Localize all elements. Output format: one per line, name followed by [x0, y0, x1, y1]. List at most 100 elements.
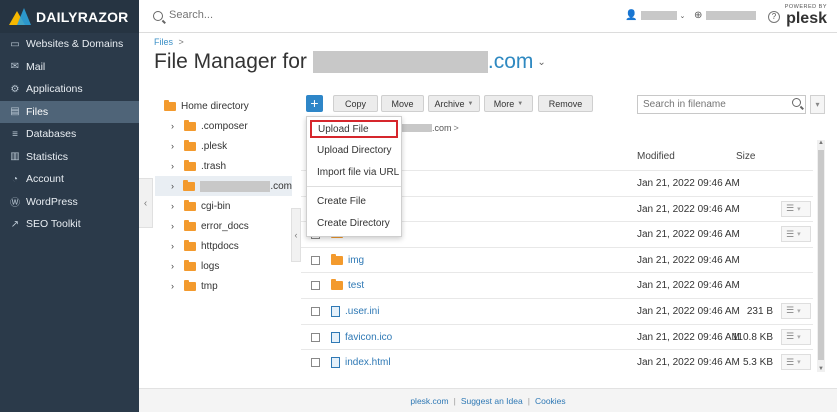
file-name[interactable]: img	[331, 253, 364, 266]
table-row[interactable]: img Jan 21, 2022 09:46 AM	[301, 246, 813, 273]
table-row[interactable]: .user.ini Jan 21, 2022 09:46 AM 231 B ☰ ▾	[301, 297, 813, 324]
menu-item-upload-directory[interactable]: Upload Directory	[307, 139, 401, 161]
chevron-right-icon[interactable]: ›	[171, 261, 179, 271]
help-icon[interactable]: ?	[768, 11, 780, 23]
remove-button[interactable]: Remove	[538, 95, 593, 112]
table-row[interactable]: index.html Jan 21, 2022 09:46 AM 5.3 KB …	[301, 349, 813, 375]
row-actions-menu[interactable]: ☰ ▾	[781, 302, 811, 319]
sidebar-item-seo-toolkit[interactable]: ↗ SEO Toolkit	[0, 213, 139, 236]
tree-item[interactable]: › logs	[155, 256, 292, 276]
sidebar-item-files[interactable]: ▤ Files	[0, 100, 139, 123]
scroll-down-icon[interactable]: ▼	[817, 366, 825, 372]
file-modified: Jan 21, 2022 09:46 AM	[637, 229, 740, 241]
tree-item[interactable]: › .trash	[155, 156, 292, 176]
sidebar-collapse-handle[interactable]: ‹	[139, 178, 153, 228]
tree-item-label: .composer	[201, 120, 248, 132]
row-checkbox[interactable]	[311, 255, 320, 265]
globe-icon: ⊕	[694, 10, 703, 21]
file-name[interactable]: index.html	[331, 357, 391, 369]
footer-link-plesk[interactable]: plesk.com	[410, 396, 448, 406]
row-checkbox[interactable]	[311, 358, 320, 368]
chevron-right-icon[interactable]: ›	[171, 281, 179, 291]
menu-item-create-file[interactable]: Create File	[307, 190, 401, 212]
more-button-label: More	[493, 98, 515, 109]
advanced-search-toggle[interactable]: ▾	[810, 95, 825, 114]
sidebar-item-mail[interactable]: ✉ Mail	[0, 56, 139, 79]
file-size: 5.3 KB	[742, 357, 773, 369]
file-name[interactable]: .user.ini	[331, 305, 379, 317]
current-path-tail[interactable]: .com	[432, 123, 452, 133]
breadcrumb-files-link[interactable]: Files	[154, 37, 173, 47]
tree-item[interactable]: › error_docs	[155, 216, 292, 236]
table-scrollbar[interactable]: ▲ ▼	[817, 140, 825, 372]
menu-item-import-via-url[interactable]: Import file via URL	[307, 161, 401, 183]
chevron-right-icon[interactable]: ›	[171, 181, 178, 191]
filename-search-input[interactable]	[637, 95, 806, 114]
folder-icon	[164, 99, 176, 111]
row-actions-menu[interactable]: ☰ ▾	[781, 328, 811, 345]
sidebar-item-wordpress[interactable]: Ⓦ WordPress	[0, 191, 139, 214]
move-button[interactable]: Move	[381, 95, 424, 112]
column-header-modified[interactable]: Modified	[637, 151, 675, 162]
global-search-input[interactable]	[169, 9, 369, 21]
tree-item[interactable]: › tmp	[155, 276, 292, 296]
sidebar-item-label: Files	[26, 105, 49, 118]
tree-item-domain[interactable]: › .com	[155, 176, 292, 196]
search-icon[interactable]	[792, 98, 801, 107]
chevron-right-icon[interactable]: ›	[171, 161, 179, 171]
copy-button-label: Copy	[344, 98, 366, 109]
brand-logo[interactable]: DAILYRAZOR	[0, 0, 139, 33]
tree-item[interactable]: › cgi-bin	[155, 196, 292, 216]
sidebar-item-account[interactable]: ◔ Account	[0, 168, 139, 191]
tree-item[interactable]: › httpdocs	[155, 236, 292, 256]
sidebar-item-statistics[interactable]: ▥ Statistics	[0, 146, 139, 169]
tree-item[interactable]: › .plesk	[155, 136, 292, 156]
tree-collapse-handle[interactable]: ‹	[291, 208, 301, 262]
scrollbar-thumb[interactable]	[818, 150, 824, 360]
chevron-right-icon[interactable]: ›	[171, 241, 179, 251]
sidebar-item-websites-domains[interactable]: ▭ Websites & Domains	[0, 33, 139, 56]
more-button[interactable]: More ▼	[484, 95, 533, 112]
path-separator: >	[453, 123, 459, 133]
chevron-right-icon[interactable]: ›	[171, 221, 179, 231]
column-header-size[interactable]: Size	[736, 151, 755, 162]
file-name[interactable]: test	[331, 279, 364, 291]
row-actions-menu[interactable]: ☰ ▾	[781, 226, 811, 243]
archive-button[interactable]: Archive ▼	[428, 95, 480, 112]
file-modified: Jan 21, 2022 09:46 AM	[637, 178, 740, 189]
user-menu[interactable]: 👤 ⌄	[625, 10, 685, 21]
chevron-down-icon[interactable]: ⌄	[537, 57, 545, 68]
footer-link-cookies[interactable]: Cookies	[535, 396, 566, 406]
scroll-up-icon[interactable]: ▲	[817, 140, 825, 146]
chevron-right-icon[interactable]: ›	[171, 141, 179, 151]
menu-item-upload-file[interactable]: Upload File	[310, 120, 398, 138]
row-actions-menu[interactable]: ☰ ▾	[781, 354, 811, 371]
add-button[interactable]: +	[306, 95, 323, 112]
row-checkbox[interactable]	[311, 332, 320, 342]
copy-button[interactable]: Copy	[333, 95, 378, 112]
table-row[interactable]: test Jan 21, 2022 09:46 AM	[301, 272, 813, 298]
row-checkbox[interactable]	[311, 306, 320, 316]
sidebar-item-applications[interactable]: ⚙ Applications	[0, 78, 139, 101]
tree-item[interactable]: › .composer	[155, 116, 292, 136]
tree-item-home-directory[interactable]: Home directory	[155, 96, 292, 116]
table-row[interactable]: favicon.ico Jan 21, 2022 09:46 AM 110.8 …	[301, 323, 813, 350]
row-actions-menu[interactable]: ☰ ▾	[781, 200, 811, 217]
sidebar-item-label: Databases	[26, 128, 77, 141]
sidebar-item-databases[interactable]: ≡ Databases	[0, 123, 139, 146]
row-checkbox[interactable]	[311, 281, 320, 291]
menu-item-create-directory[interactable]: Create Directory	[307, 212, 401, 234]
footer-link-suggest-idea[interactable]: Suggest an Idea	[461, 396, 523, 406]
sidebar-item-label: Applications	[26, 83, 83, 96]
subscription-menu[interactable]: ⊕	[694, 10, 757, 21]
page-title-domain-tail[interactable]: .com	[488, 50, 534, 74]
chevron-right-icon[interactable]: ›	[171, 201, 179, 211]
redacted-domain	[312, 51, 488, 73]
redacted-domain	[199, 180, 271, 192]
tree-item-label: Home directory	[181, 100, 249, 112]
chevron-right-icon[interactable]: ›	[171, 121, 179, 131]
tree-item-label: .plesk	[201, 140, 228, 152]
sidebar: DAILYRAZOR ▭ Websites & Domains ✉ Mail ⚙ Ap…	[0, 0, 139, 412]
file-name[interactable]: favicon.ico	[331, 331, 392, 343]
tree-item-label: .trash	[201, 160, 227, 172]
